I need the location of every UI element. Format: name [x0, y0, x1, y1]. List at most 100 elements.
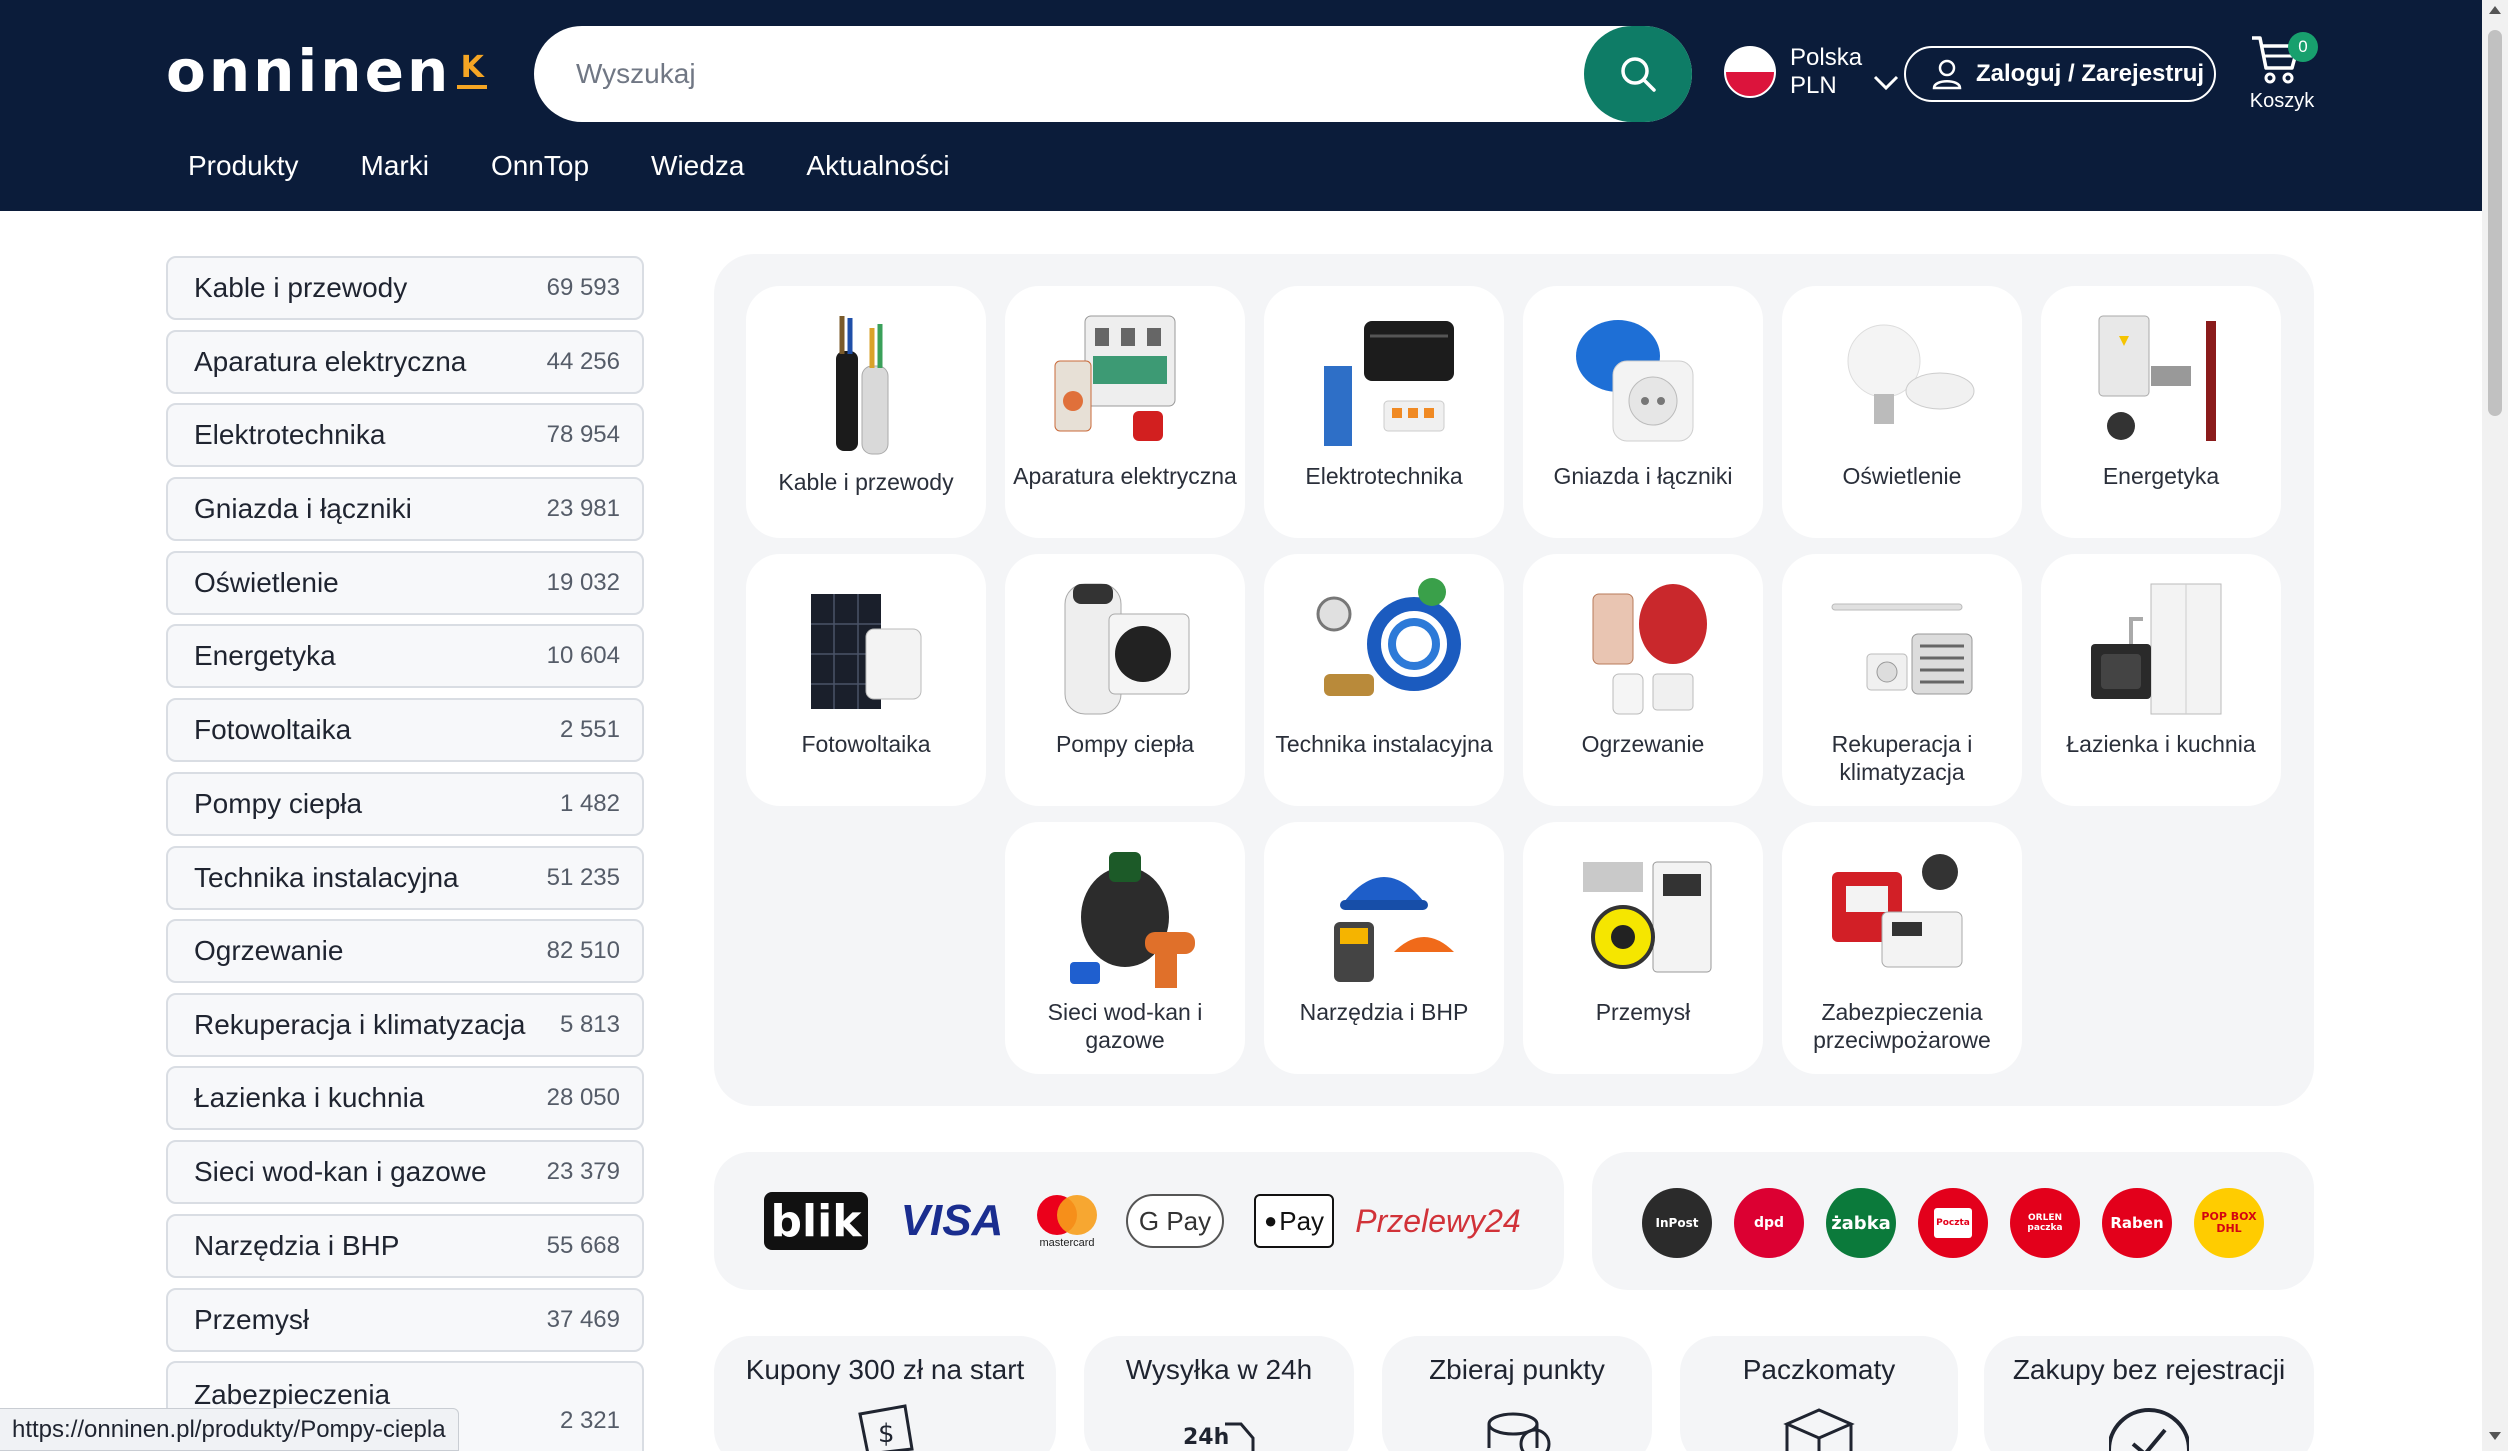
nav-produkty[interactable]: Produkty [188, 150, 299, 182]
benefit-bez-rejestracji[interactable]: Zakupy bez rejestracji [1984, 1336, 2314, 1451]
sidebar-item-count: 37 469 [546, 1306, 620, 1333]
google-pay-logo: G Pay [1126, 1194, 1224, 1248]
sidebar-item-label: Kable i przewody [194, 272, 408, 303]
category-tile-elektrotechnika[interactable]: Elektrotechnika [1264, 286, 1504, 538]
sidebar-item-ogrzewanie[interactable]: Ogrzewanie 82 510 [166, 919, 644, 983]
heat-pump-icon [1064, 583, 1190, 715]
page: onninen K Polska PLN [0, 0, 2508, 1451]
payment-methods: blik VISA mastercard G Pay ● Pay Przelew… [714, 1152, 1564, 1290]
sidebar-item-energetyka[interactable]: Energetyka 10 604 [166, 624, 644, 688]
benefit-title: Paczkomaty [1742, 1354, 1896, 1385]
category-label: Pompy ciepła [1055, 731, 1195, 757]
category-tile-energetyka[interactable]: Energetyka [2041, 286, 2281, 538]
sidebar-item-count: 51 235 [546, 864, 620, 891]
orlen-paczka-logo: ORLEN paczka [2010, 1188, 2080, 1258]
sidebar-item-fotowoltaika[interactable]: Fotowoltaika 2 551 [166, 698, 644, 762]
category-tile-kable[interactable]: Kable i przewody [746, 286, 986, 538]
category-tile-technika[interactable]: Technika instalacyjna [1264, 554, 1504, 806]
category-tile-pompy[interactable]: Pompy ciepła [1005, 554, 1245, 806]
category-tile-aparatura[interactable]: Aparatura elektryczna [1005, 286, 1245, 538]
sidebar-item-count: 19 032 [546, 569, 620, 596]
sidebar-item-technika[interactable]: Technika instalacyjna 51 235 [166, 846, 644, 910]
cart-button[interactable]: 0 Koszyk [2246, 28, 2318, 118]
login-label: Zaloguj / Zarejestruj [1976, 60, 2205, 87]
scroll-up-arrow-icon[interactable] [2489, 6, 2501, 14]
sidebar-item-count: 23 379 [546, 1158, 620, 1185]
energy-icon [2098, 315, 2216, 441]
nav-onntop[interactable]: OnnTop [491, 150, 589, 182]
locale-currency: PLN [1790, 72, 1837, 99]
category-tile-przemysl[interactable]: Przemysł [1523, 822, 1763, 1074]
sidebar-item-sieci[interactable]: Sieci wod-kan i gazowe 23 379 [166, 1140, 644, 1204]
svg-text:$: $ [878, 1419, 895, 1449]
cables-icon [836, 316, 889, 455]
category-tile-zabezpieczenia[interactable]: Zabezpieczenia przeciwpożarowe [1782, 822, 2022, 1074]
category-label: Ogrzewanie [1581, 731, 1705, 757]
sidebar-item-oswietlenie[interactable]: Oświetlenie 19 032 [166, 551, 644, 615]
cart-count-badge: 0 [2288, 32, 2318, 62]
sidebar-item-label: Ogrzewanie [194, 935, 344, 966]
industry-icon [1583, 861, 1712, 973]
chevron-down-icon [1873, 75, 1899, 91]
category-grid: Kable i przewody Aparatura elektryczna E… [714, 254, 2314, 1106]
category-tile-lazienka[interactable]: Łazienka i kuchnia [2041, 554, 2281, 806]
scroll-thumb[interactable] [2488, 30, 2502, 416]
water-network-icon [1070, 852, 1195, 988]
category-tile-narzedzia[interactable]: Narzędzia i BHP [1264, 822, 1504, 1074]
sidebar-item-label: Elektrotechnika [194, 419, 386, 450]
sidebar-item-przemysl[interactable]: Przemysł 37 469 [166, 1288, 644, 1352]
sidebar-item-count: 28 050 [546, 1084, 620, 1111]
visa-logo: VISA [900, 1192, 1004, 1250]
sidebar-item-narzedzia[interactable]: Narzędzia i BHP 55 668 [166, 1214, 644, 1278]
category-tile-oswietlenie[interactable]: Oświetlenie [1782, 286, 2022, 538]
blik-text: blik [770, 1195, 862, 1247]
sidebar-item-label: Gniazda i łączniki [194, 493, 412, 524]
category-label: Sieci wod-kan i gazowe [1047, 999, 1203, 1053]
mastercard-icon [1037, 1195, 1097, 1235]
sidebar-item-rekuperacja[interactable]: Rekuperacja i klimatyzacja 5 813 [166, 993, 644, 1057]
nav-wiedza[interactable]: Wiedza [651, 150, 744, 182]
locale-country: Polska [1790, 44, 1863, 71]
search-bar [534, 26, 1692, 122]
mastercard-text: mastercard [1039, 1237, 1095, 1249]
category-label: Fotowoltaika [801, 731, 931, 757]
onninen-logo[interactable]: onninen K [166, 40, 488, 102]
search-input[interactable] [576, 26, 1576, 122]
sidebar-item-aparatura[interactable]: Aparatura elektryczna 44 256 [166, 330, 644, 394]
search-button[interactable] [1584, 26, 1692, 122]
scroll-down-arrow-icon[interactable] [2489, 1432, 2501, 1440]
category-tile-rekuperacja[interactable]: Rekuperacja i klimatyzacja [1782, 554, 2022, 806]
nav-aktualnosci[interactable]: Aktualności [806, 150, 949, 182]
sidebar-item-kable[interactable]: Kable i przewody 69 593 [166, 256, 644, 320]
link-preview-status: https://onninen.pl/produkty/Pompy-ciepla [0, 1408, 459, 1451]
page-scrollbar[interactable] [2482, 0, 2508, 1451]
category-tile-fotowoltaika[interactable]: Fotowoltaika [746, 554, 986, 806]
sidebar-item-pompy[interactable]: Pompy ciepła 1 482 [166, 772, 644, 836]
login-button[interactable]: Zaloguj / Zarejestruj [1904, 46, 2216, 102]
category-tile-gniazda[interactable]: Gniazda i łączniki [1523, 286, 1763, 538]
apple-pay-logo: ● Pay [1254, 1194, 1334, 1248]
category-label: Zabezpieczenia przeciwpożarowe [1813, 999, 1991, 1053]
sidebar-item-label: Fotowoltaika [194, 714, 352, 745]
poczta-logo: Poczta [1918, 1188, 1988, 1258]
dhl-popbox-text: POP BOX DHL [2201, 1210, 2257, 1235]
sidebar-item-count: 2 551 [559, 716, 620, 743]
category-tile-ogrzewanie[interactable]: Ogrzewanie [1523, 554, 1763, 806]
benefit-paczkomaty[interactable]: Paczkomaty [1680, 1336, 1958, 1451]
nav-marki[interactable]: Marki [361, 150, 429, 182]
sidebar-item-count: 44 256 [546, 348, 620, 375]
blik-logo: blik [764, 1192, 868, 1250]
apple-pay-text: Pay [1279, 1205, 1325, 1236]
benefit-punkty[interactable]: Zbieraj punkty [1382, 1336, 1652, 1451]
benefit-wysylka[interactable]: Wysyłka w 24h 24h [1084, 1336, 1354, 1451]
category-tile-sieci[interactable]: Sieci wod-kan i gazowe [1005, 822, 1245, 1074]
benefit-kupony[interactable]: Kupony 300 zł na start $ [714, 1336, 1056, 1451]
sidebar-item-elektrotechnika[interactable]: Elektrotechnika 78 954 [166, 403, 644, 467]
sidebar-item-gniazda[interactable]: Gniazda i łączniki 23 981 [166, 477, 644, 541]
locale-selector[interactable]: Polska PLN [1724, 40, 1900, 104]
inpost-logo: InPost [1642, 1188, 1712, 1258]
circuit-breaker-icon [1054, 315, 1176, 441]
inpost-text: InPost [1655, 1216, 1699, 1230]
sidebar-item-lazienka[interactable]: Łazienka i kuchnia 28 050 [166, 1066, 644, 1130]
raben-logo: Raben [2102, 1188, 2172, 1258]
